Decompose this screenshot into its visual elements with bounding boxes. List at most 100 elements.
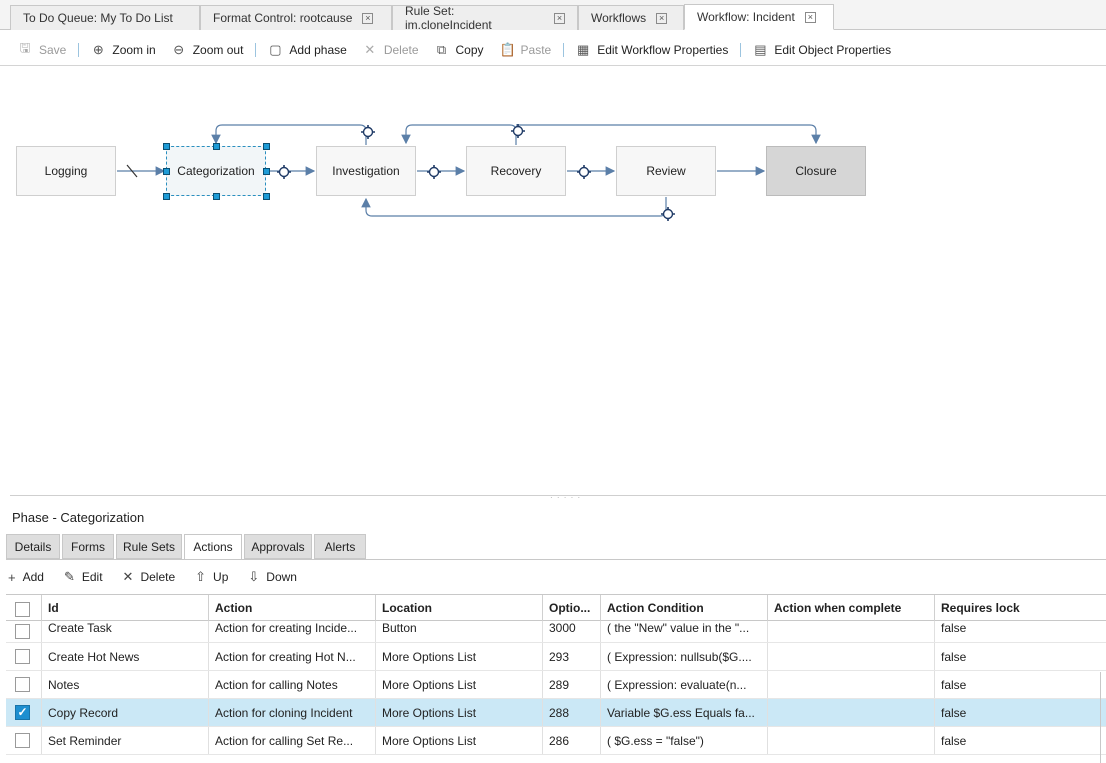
gear-icon[interactable] (428, 166, 440, 178)
zoom-in-label: Zoom in (112, 42, 156, 57)
actions-toolbar: + Add ✎ Edit ✕ Delete ⇧ Up ⇩ Down (8, 566, 317, 588)
gear-icon[interactable] (512, 125, 524, 137)
tab-workflows[interactable]: Workflows × (578, 5, 684, 30)
table-scrollbar[interactable] (1100, 672, 1106, 763)
row-select-cell (6, 643, 41, 670)
resize-handle[interactable] (263, 193, 270, 200)
row-checkbox[interactable] (15, 677, 30, 692)
splitter-grip-icon[interactable]: · · · · · (550, 493, 581, 502)
table-row[interactable]: Notes Action for calling Notes More Opti… (6, 671, 1106, 699)
row-checkbox[interactable] (15, 624, 30, 639)
subtab-label: Rule Sets (122, 539, 176, 554)
resize-handle[interactable] (163, 168, 170, 175)
copy-button[interactable]: ⧉ Copy (427, 38, 492, 62)
add-phase-label: Add phase (289, 42, 347, 57)
transition-loop[interactable] (516, 124, 821, 145)
phase-closure[interactable]: Closure (766, 146, 866, 196)
phase-investigation[interactable]: Investigation (316, 146, 416, 196)
subtab-rule-sets[interactable]: Rule Sets (116, 534, 182, 559)
phase-review[interactable]: Review (616, 146, 716, 196)
transition-loop[interactable] (211, 124, 367, 145)
save-button[interactable]: 🖫 Save (10, 38, 74, 62)
gear-icon[interactable] (578, 166, 590, 178)
cell-action: Action for creating Incide... (208, 621, 375, 642)
gear-icon[interactable] (662, 208, 674, 220)
table-row[interactable]: Create Hot News Action for creating Hot … (6, 643, 1106, 671)
object-properties-icon: ▤ (754, 41, 767, 57)
gear-icon[interactable] (278, 166, 290, 178)
subtab-forms[interactable]: Forms (62, 534, 114, 559)
workflow-canvas[interactable]: Logging Categorization Investigation Rec… (0, 67, 1106, 495)
resize-handle[interactable] (163, 193, 170, 200)
row-checkbox[interactable] (15, 733, 30, 748)
paste-button[interactable]: 📋 Paste (492, 38, 560, 62)
cell-condition: ( $G.ess = "false") (600, 727, 767, 754)
edit-workflow-properties-button[interactable]: ▦ Edit Workflow Properties (568, 38, 736, 62)
column-header-option[interactable]: Optio... (542, 595, 600, 621)
phase-categorization[interactable]: Categorization (166, 146, 266, 196)
zoom-in-button[interactable]: ⊕ Zoom in (83, 38, 163, 62)
resize-handle[interactable] (263, 143, 270, 150)
move-up-button[interactable]: ⇧ Up (195, 569, 228, 585)
transition-loop[interactable] (401, 124, 517, 145)
column-header-location[interactable]: Location (375, 595, 542, 621)
table-row[interactable]: Set Reminder Action for calling Set Re..… (6, 727, 1106, 755)
zoom-out-button[interactable]: ⊖ Zoom out (164, 38, 252, 62)
subtab-approvals[interactable]: Approvals (244, 534, 312, 559)
column-header-id[interactable]: Id (41, 595, 208, 621)
column-header-action[interactable]: Action (208, 595, 375, 621)
phase-label: Categorization (177, 164, 255, 178)
subtab-label: Actions (193, 540, 233, 554)
subtab-alerts[interactable]: Alerts (314, 534, 366, 559)
edit-workflow-properties-label: Edit Workflow Properties (597, 42, 729, 57)
close-icon[interactable]: × (362, 12, 374, 24)
gear-icon[interactable] (362, 126, 374, 138)
row-checkbox-checked[interactable]: ✓ (15, 705, 30, 720)
move-down-button[interactable]: ⇩ Down (248, 569, 297, 585)
delete-x-icon: ✕ (122, 569, 134, 584)
add-action-button[interactable]: + Add (8, 570, 44, 585)
resize-handle[interactable] (213, 193, 220, 200)
phase-recovery[interactable]: Recovery (466, 146, 566, 196)
plus-icon: + (8, 569, 16, 585)
row-checkbox[interactable] (15, 649, 30, 664)
cell-requires-lock: false (934, 671, 1100, 698)
close-icon[interactable]: × (554, 12, 565, 24)
add-phase-button[interactable]: ▢ Add phase (260, 38, 354, 62)
tab-format-control[interactable]: Format Control: rootcause × (200, 5, 392, 30)
toolbar-separator (740, 42, 742, 57)
table-row[interactable]: Create Task Action for creating Incide..… (6, 621, 1106, 643)
cell-option: 289 (542, 671, 600, 698)
tab-label: Workflows (591, 11, 647, 25)
transition-loop[interactable] (361, 197, 667, 217)
edit-label: Edit (81, 570, 103, 584)
edit-object-properties-button[interactable]: ▤ Edit Object Properties (745, 38, 899, 62)
column-header-action-condition[interactable]: Action Condition (600, 595, 767, 621)
edit-action-button[interactable]: ✎ Edit (64, 569, 103, 585)
subtab-actions[interactable]: Actions (184, 534, 242, 560)
phase-logging[interactable]: Logging (16, 146, 116, 196)
subtab-details[interactable]: Details (6, 534, 60, 559)
column-header-requires-lock[interactable]: Requires lock (934, 595, 1100, 621)
resize-handle[interactable] (263, 168, 270, 175)
tab-workflow-incident[interactable]: Workflow: Incident × (684, 4, 834, 30)
tab-todo-queue[interactable]: To Do Queue: My To Do List (10, 5, 200, 30)
column-header-action-when-complete[interactable]: Action when complete (767, 595, 934, 621)
tab-rule-set[interactable]: Rule Set: im.cloneIncident × (392, 4, 578, 32)
down-label: Down (266, 570, 297, 584)
workflow-toolbar: 🖫 Save ⊕ Zoom in ⊖ Zoom out ▢ Add phase ✕ Del… (0, 34, 1106, 66)
delete-action-button[interactable]: ✕ Delete (123, 569, 176, 585)
tab-label: Format Control: rootcause (213, 11, 353, 25)
resize-handle[interactable] (163, 143, 170, 150)
table-row-selected[interactable]: ✓ Copy Record Action for cloning Inciden… (6, 699, 1106, 727)
select-all-checkbox[interactable] (15, 602, 30, 617)
close-icon[interactable]: × (804, 11, 816, 23)
row-select-cell: ✓ (6, 699, 41, 726)
cell-option: 3000 (542, 621, 600, 642)
delete-button[interactable]: ✕ Delete (355, 38, 427, 62)
actions-table: Id Action Location Optio... Action Condi… (6, 594, 1106, 755)
resize-handle[interactable] (213, 143, 220, 150)
document-tab-bar: To Do Queue: My To Do List Format Contro… (0, 0, 1106, 32)
phase-label: Closure (795, 164, 837, 178)
close-icon[interactable]: × (656, 12, 668, 24)
